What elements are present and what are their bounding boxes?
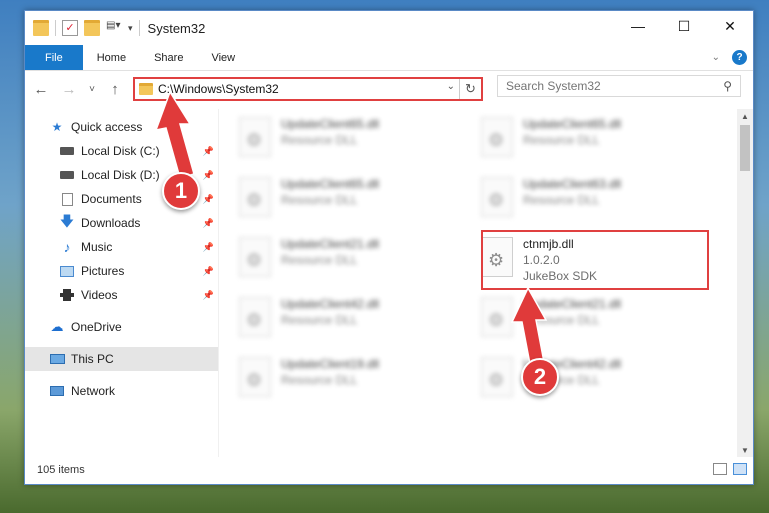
pin-icon[interactable]: 📌 <box>203 242 214 253</box>
file-item[interactable]: UpdateClient21.dllResource DLL <box>239 233 467 287</box>
file-item[interactable]: UpdateClient42.dllResource DLL <box>239 293 467 347</box>
sidebar-item-local-disk-c[interactable]: Local Disk (C:) 📌 <box>25 139 218 163</box>
downloads-icon: 🡇 <box>59 213 75 229</box>
expand-ribbon-icon[interactable]: ⌄ <box>712 52 720 63</box>
window-controls: — ☐ ✕ <box>615 11 753 41</box>
properties-icon[interactable]: ✓ <box>62 20 78 36</box>
sidebar-item-onedrive[interactable]: ☁ OneDrive <box>25 315 218 339</box>
network-icon <box>49 384 65 398</box>
sidebar-item-quick-access[interactable]: ★ Quick access <box>25 115 218 139</box>
file-item[interactable]: UpdateClient21.dllResource DLL <box>481 293 709 347</box>
title-bar: ✓ ▤▾ ▾ System32 — ☐ ✕ <box>25 11 753 45</box>
dll-file-icon <box>239 297 271 337</box>
scroll-thumb[interactable] <box>740 125 750 171</box>
pin-icon[interactable]: 📌 <box>203 146 214 157</box>
dll-file-icon <box>481 357 513 397</box>
dll-file-icon <box>239 237 271 277</box>
dll-file-icon <box>239 357 271 397</box>
back-button[interactable]: ← <box>31 81 51 98</box>
customize-toolbar-icon[interactable]: ▤▾ <box>106 20 122 36</box>
file-item[interactable]: UpdateClient65.dllResource DLL <box>239 173 467 227</box>
details-view-icon[interactable] <box>713 463 727 475</box>
minimize-button[interactable]: — <box>615 11 661 41</box>
tiles-view-icon[interactable] <box>733 463 747 475</box>
sidebar-item-downloads[interactable]: 🡇 Downloads 📌 <box>25 211 218 235</box>
sidebar-item-this-pc[interactable]: This PC <box>25 347 218 371</box>
forward-button[interactable]: → <box>59 81 79 98</box>
address-bar[interactable]: C:\Windows\System32 ⌄ ↻ <box>133 77 483 101</box>
sidebar-item-music[interactable]: ♪ Music 📌 <box>25 235 218 259</box>
file-item[interactable]: UpdateClient63.dllResource DLL <box>481 173 709 227</box>
window-title: System32 <box>147 20 206 36</box>
address-path: C:\Windows\System32 <box>158 82 279 96</box>
sidebar-item-videos[interactable]: Videos 📌 <box>25 283 218 307</box>
new-folder-icon[interactable] <box>84 20 100 36</box>
dll-file-icon <box>481 297 513 337</box>
drive-icon <box>59 144 75 158</box>
search-icon: ⚲ <box>723 79 732 93</box>
step-badge-2: 2 <box>521 358 559 396</box>
music-icon: ♪ <box>63 239 71 255</box>
file-item[interactable]: UpdateClient65.dllResource DLL <box>239 113 467 167</box>
file-item[interactable]: UpdateClient65.dllResource DLL <box>481 113 709 167</box>
navigation-pane: ★ Quick access Local Disk (C:) 📌 Local D… <box>25 109 218 457</box>
sidebar-item-pictures[interactable]: Pictures 📌 <box>25 259 218 283</box>
qat-dropdown-icon[interactable]: ▾ <box>128 23 133 34</box>
documents-icon <box>59 192 75 206</box>
dll-file-icon <box>239 117 271 157</box>
dll-file-icon <box>481 177 513 217</box>
pin-icon[interactable]: 📌 <box>203 170 214 181</box>
pc-icon <box>49 352 65 366</box>
dll-file-icon <box>239 177 271 217</box>
onedrive-icon: ☁ <box>50 319 64 334</box>
status-bar: 105 items <box>25 456 753 484</box>
drive-icon <box>59 168 75 182</box>
search-input[interactable] <box>506 79 706 93</box>
item-count: 105 items <box>37 464 85 476</box>
help-icon[interactable]: ? <box>732 50 747 65</box>
pin-icon[interactable]: 📌 <box>203 194 214 205</box>
star-icon: ★ <box>51 120 63 134</box>
tab-view[interactable]: View <box>197 45 249 70</box>
refresh-button[interactable]: ↻ <box>459 79 481 99</box>
search-box[interactable]: ⚲ <box>497 75 741 97</box>
close-button[interactable]: ✕ <box>707 11 753 41</box>
tab-file[interactable]: File <box>25 45 83 70</box>
folder-icon <box>33 20 49 36</box>
pictures-icon <box>59 264 75 278</box>
pin-icon[interactable]: 📌 <box>203 290 214 301</box>
dll-file-icon <box>481 117 513 157</box>
pin-icon[interactable]: 📌 <box>203 218 214 229</box>
chevron-down-icon[interactable]: ⌄ <box>447 81 455 92</box>
maximize-button[interactable]: ☐ <box>661 11 707 41</box>
scroll-down-icon[interactable]: ▼ <box>737 443 753 457</box>
step-badge-1: 1 <box>162 172 200 210</box>
sidebar-item-network[interactable]: Network <box>25 379 218 403</box>
highlight-box <box>481 230 709 290</box>
scroll-up-icon[interactable]: ▲ <box>737 109 753 123</box>
explorer-window: ✓ ▤▾ ▾ System32 — ☐ ✕ File Home Share Vi… <box>24 10 754 485</box>
file-item[interactable]: UpdateClient19.dllResource DLL <box>239 353 467 407</box>
recent-locations-button[interactable]: ˅ <box>87 84 97 95</box>
videos-icon <box>59 288 75 302</box>
ribbon-tabs: File Home Share View ⌄ ? <box>25 45 753 71</box>
folder-icon <box>139 83 153 95</box>
pin-icon[interactable]: 📌 <box>203 266 214 277</box>
file-item[interactable]: UpdateClient42.dllResource DLL <box>481 353 709 407</box>
tab-share[interactable]: Share <box>140 45 197 70</box>
up-button[interactable]: ↑ <box>105 81 125 98</box>
tab-home[interactable]: Home <box>83 45 140 70</box>
vertical-scrollbar[interactable]: ▲ ▼ <box>737 109 753 457</box>
quick-access-toolbar: ✓ ▤▾ ▾ <box>25 20 140 36</box>
